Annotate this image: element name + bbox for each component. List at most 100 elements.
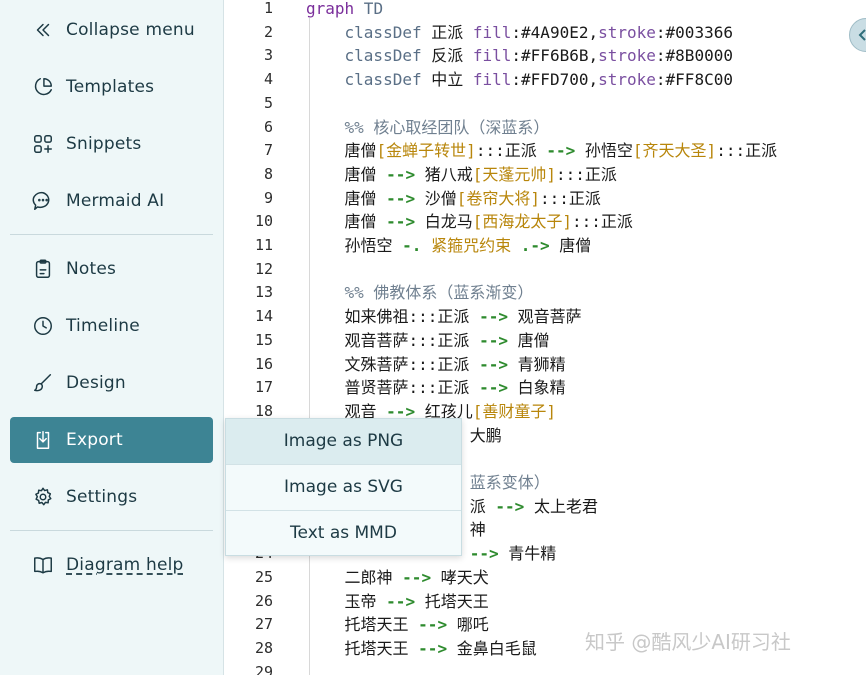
mermaid-ai-label: Mermaid AI <box>66 191 165 211</box>
sidebar-divider <box>10 234 213 235</box>
clock-icon <box>32 315 54 337</box>
code-line[interactable]: 11 孙悟空 -. 紧箍咒约束 .-> 唐僧 <box>225 234 866 258</box>
code-token: 二郎神 <box>306 567 403 587</box>
code-token: --> <box>386 212 416 232</box>
line-number: 1 <box>263 0 273 17</box>
code-line[interactable]: 14 如来佛祖:::正派 --> 观音菩萨 <box>225 305 866 329</box>
code-line[interactable]: 9 唐僧 --> 沙僧[卷帘大将]:::正派 <box>225 187 866 211</box>
code-token: :#FFD700, <box>511 70 599 90</box>
code-token: :::正派 <box>716 141 778 161</box>
sidebar-item-settings[interactable]: Settings <box>10 474 213 520</box>
code-token: 猪八戒 <box>415 164 473 184</box>
line-number: 25 <box>254 567 273 586</box>
code-token: :::正派 <box>556 164 617 184</box>
export-mmd-option[interactable]: Text as MMD <box>226 511 461 556</box>
code-token: :#4A90E2, <box>511 22 599 42</box>
code-line[interactable]: 12 <box>225 258 866 282</box>
code-token: [金蝉子转世] <box>376 141 476 161</box>
code-token: [天蓬元帅] <box>472 164 556 184</box>
code-line[interactable]: 2 classDef 正派 fill:#4A90E2,stroke:#00336… <box>225 21 866 45</box>
code-token: 托塔天王 <box>306 615 419 635</box>
code-line[interactable]: 4 classDef 中立 fill:#FFD700,stroke:#FF8C0… <box>225 68 866 92</box>
grid-plus-icon <box>32 133 54 155</box>
code-token: fill <box>472 70 512 90</box>
line-number: 27 <box>254 615 273 634</box>
code-token: :#FF6B6B, <box>511 46 599 66</box>
diagram-help-link[interactable]: Diagram help <box>10 542 213 588</box>
code-line[interactable]: 13 %% 佛教体系（蓝系渐变） <box>225 281 866 305</box>
sidebar-item-snippets[interactable]: Snippets <box>10 121 213 167</box>
timeline-label: Timeline <box>66 316 140 336</box>
code-token: 唐僧 <box>306 188 387 208</box>
code-text: 普贤菩萨:::正派 --> 白象精 <box>306 376 566 400</box>
watermark-text: 知乎 @酷风少AI研习社 <box>585 630 791 654</box>
sidebar-item-export[interactable]: Export <box>10 417 213 463</box>
collapse-menu-button[interactable]: Collapse menu <box>10 7 213 53</box>
code-token: 正派 <box>421 22 473 42</box>
diagram-help-label: Diagram help <box>66 555 184 575</box>
code-token: graph <box>306 0 355 18</box>
code-token: :::正派 <box>540 188 601 208</box>
code-token: --> <box>418 615 448 635</box>
code-line[interactable]: 1 graph TD <box>225 0 866 21</box>
code-token: 白象精 <box>507 378 566 398</box>
code-text: 唐僧[金蝉子转世]:::正派 --> 孙悟空[齐天大圣]:::正派 <box>306 139 778 163</box>
chat-bubble-icon <box>32 190 54 212</box>
line-number: 10 <box>254 212 273 231</box>
code-token: --> <box>418 638 448 658</box>
sidebar-item-notes[interactable]: Notes <box>10 246 213 292</box>
line-number: 2 <box>263 22 273 41</box>
code-token: --> <box>479 378 508 398</box>
code-line[interactable]: 17 普贤菩萨:::正派 --> 白象精 <box>225 376 866 400</box>
code-token: stroke <box>598 22 656 42</box>
code-line[interactable]: 10 唐僧 --> 白龙马[西海龙太子]:::正派 <box>225 210 866 234</box>
code-editor[interactable]: 1 graph TD 2 classDef 正派 fill:#4A90E2,stro… <box>225 0 866 675</box>
code-token: --> <box>402 567 432 587</box>
code-token: :#FF8C00 <box>655 70 733 90</box>
line-number: 8 <box>263 164 273 183</box>
code-token: [卷帘大将] <box>456 188 540 208</box>
sidebar-item-design[interactable]: Design <box>10 360 213 406</box>
code-line[interactable]: 3 classDef 反派 fill:#FF6B6B,stroke:#8B000… <box>225 44 866 68</box>
code-line[interactable]: 16 文殊菩萨:::正派 --> 青狮精 <box>225 353 866 377</box>
code-token: :::正派 <box>475 141 547 161</box>
code-line[interactable]: 5 <box>225 92 866 116</box>
code-line[interactable]: 7 唐僧[金蝉子转世]:::正派 --> 孙悟空[齐天大圣]:::正派 <box>225 139 866 163</box>
code-line[interactable]: 6 %% 核心取经团队（深蓝系） <box>225 116 866 140</box>
code-text: 玉帝 --> 托塔天王 <box>306 590 489 614</box>
code-token: 反派 <box>421 46 473 66</box>
code-line[interactable]: 29 <box>225 661 866 675</box>
code-line[interactable]: 25 二郎神 --> 哮天犬 <box>225 566 866 590</box>
code-token: :#003366 <box>655 22 733 42</box>
line-number: 14 <box>254 307 273 326</box>
code-token: --> <box>479 354 508 374</box>
code-token: -. <box>402 236 422 255</box>
code-token: 托塔天王 <box>415 591 489 611</box>
sidebar-item-templates[interactable]: Templates <box>10 64 213 110</box>
export-menu: Image as PNG Image as SVG Text as MMD <box>225 418 462 556</box>
code-text: %% 佛教体系（蓝系渐变） <box>306 281 534 305</box>
export-svg-option[interactable]: Image as SVG <box>226 465 461 510</box>
code-token: 孙悟空 <box>306 236 403 255</box>
line-number: 15 <box>254 330 273 349</box>
sidebar-item-mermaid-ai[interactable]: Mermaid AI <box>10 178 213 224</box>
code-token: 唐僧 <box>507 330 550 350</box>
settings-label: Settings <box>66 487 138 507</box>
line-number: 9 <box>263 188 273 207</box>
code-text: 唐僧 --> 猪八戒[天蓬元帅]:::正派 <box>306 163 617 187</box>
sidebar-item-timeline[interactable]: Timeline <box>10 303 213 349</box>
code-line[interactable]: 15 观音菩萨:::正派 --> 唐僧 <box>225 329 866 353</box>
code-line[interactable]: 8 唐僧 --> 猪八戒[天蓬元帅]:::正派 <box>225 163 866 187</box>
line-number: 26 <box>254 591 273 610</box>
sidebar-divider-bottom <box>10 530 213 531</box>
code-token: --> <box>386 591 416 611</box>
clipboard-icon <box>32 258 54 280</box>
export-png-option[interactable]: Image as PNG <box>226 419 461 464</box>
code-line[interactable]: 26 玉帝 --> 托塔天王 <box>225 590 866 614</box>
code-token: :#8B0000 <box>655 46 733 66</box>
code-token: classDef <box>306 22 422 42</box>
line-number: 11 <box>254 236 273 254</box>
code-token: fill <box>472 46 512 66</box>
code-token: 唐僧 <box>549 236 592 255</box>
code-token: 唐僧 <box>306 212 387 232</box>
